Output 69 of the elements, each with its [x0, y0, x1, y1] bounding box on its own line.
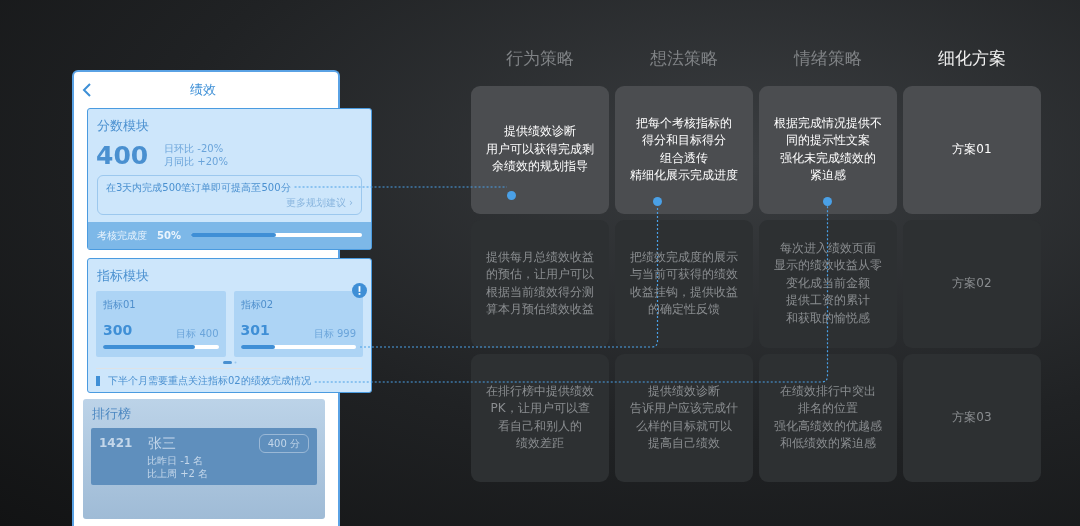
strategy-text: 方案01 — [952, 140, 992, 158]
indicator-target: 目标 400 — [176, 327, 219, 341]
strategy-text: PK，让用户可以查 — [490, 400, 590, 418]
pagination-dots — [222, 361, 237, 364]
strategy-text: 提供绩效诊断 — [504, 123, 576, 141]
score-value: 400 — [96, 142, 149, 168]
strategy-text: 和低绩效的紧迫感 — [780, 434, 876, 452]
strategy-text: 强化未完成绩效的 — [780, 149, 876, 167]
module-title: 指标模块 — [96, 266, 150, 285]
progress-label: 考核完成度 — [97, 228, 147, 243]
strategy-text: 根据完成情况提供不 — [774, 114, 882, 132]
strategy-text: 的预估，让用户可以 — [486, 266, 594, 284]
strategy-text: 余绩效的规划指导 — [492, 158, 588, 176]
strategy-text: 根据当前绩效得分测 — [486, 283, 594, 301]
indicator-name: 指标01 — [103, 298, 137, 312]
note-text: 下半个月需要重点关注指标02的绩效完成情况 — [108, 374, 311, 388]
strategy-text: 绩效差距 — [516, 434, 564, 452]
rank-change-text: 比昨日 -1 名 — [147, 453, 205, 467]
column-heading: 行为策略 — [505, 47, 575, 70]
column-heading: 想法策略 — [649, 47, 719, 70]
module-title: 分数模块 — [96, 117, 150, 135]
score-tag: 400 分 — [258, 433, 309, 453]
strategy-text: 告诉用户应该完成什 — [630, 400, 738, 418]
strategy-text: 算本月预估绩效收益 — [486, 300, 594, 318]
column-heading: 细化方案 — [937, 47, 1007, 70]
page-title: 绩效 — [189, 81, 217, 100]
strategy-text: 排名的位置 — [798, 400, 858, 418]
more-suggestions-link[interactable]: 更多规划建议 › — [285, 194, 353, 210]
rank-number: 1421 — [99, 435, 133, 452]
strategy-text: 每次进入绩效页面 — [780, 240, 876, 257]
rank-change-text: 比上周 +2 名 — [147, 466, 210, 480]
strategy-text: 和获取的愉悦感 — [786, 309, 870, 327]
strategy-text: 精细化展示完成进度 — [630, 166, 738, 184]
back-icon[interactable] — [82, 83, 92, 97]
strategy-text: 强化高绩效的优越感 — [774, 417, 882, 435]
strategy-text: 显示的绩效收益从零 — [774, 257, 882, 275]
comparison-text: 日环比 -20% — [164, 141, 225, 155]
strategy-text: 么样的目标就可以 — [636, 417, 732, 435]
strategy-text: 同的提示性文案 — [786, 132, 870, 150]
strategy-text: 把绩效完成度的展示 — [630, 248, 738, 266]
strategy-text: 组合透传 — [660, 149, 708, 167]
strategy-text: 变化成当前金额 — [786, 274, 870, 292]
strategy-text: 方案02 — [952, 274, 992, 292]
progress-value: 50% — [157, 228, 181, 243]
strategy-text: 在绩效排行中突出 — [780, 382, 876, 400]
strategy-text: 提供绩效诊断 — [648, 382, 720, 400]
strategy-text: 与当前可获得的绩效 — [630, 266, 738, 284]
indicator-target: 目标 999 — [313, 327, 356, 341]
strategy-text: 方案03 — [952, 408, 992, 426]
indicator-name: 指标02 — [240, 298, 275, 312]
indicator-value: 301 — [240, 321, 270, 340]
strategy-text: 提高自己绩效 — [648, 434, 720, 452]
column-heading: 情绪策略 — [792, 47, 863, 70]
note-marker-icon — [96, 375, 100, 386]
strategy-text: 看自己和别人的 — [498, 417, 582, 435]
user-name: 张三 — [148, 433, 178, 453]
comparison-text: 月同比 +20% — [164, 155, 228, 169]
strategy-text: 的确定性反馈 — [648, 300, 720, 318]
strategy-text: 提供每月总绩效收益 — [486, 248, 594, 266]
strategy-text: 用户可以获得完成剩 — [486, 140, 594, 158]
strategy-text: 提供工资的累计 — [786, 292, 870, 310]
indicator-value: 300 — [103, 321, 133, 340]
strategy-text: 收益挂钩，提供收益 — [630, 283, 738, 301]
strategy-text: 在排行榜中提供绩效 — [486, 382, 594, 400]
strategy-text: 得分和目标得分 — [642, 132, 726, 150]
strategy-text: 把每个考核指标的 — [636, 114, 732, 132]
strategy-text: 紧迫感 — [810, 166, 846, 184]
tip-text: 在3天内完成500笔订单即可提高至500分 — [106, 180, 291, 195]
module-title: 排行榜 — [91, 405, 132, 423]
